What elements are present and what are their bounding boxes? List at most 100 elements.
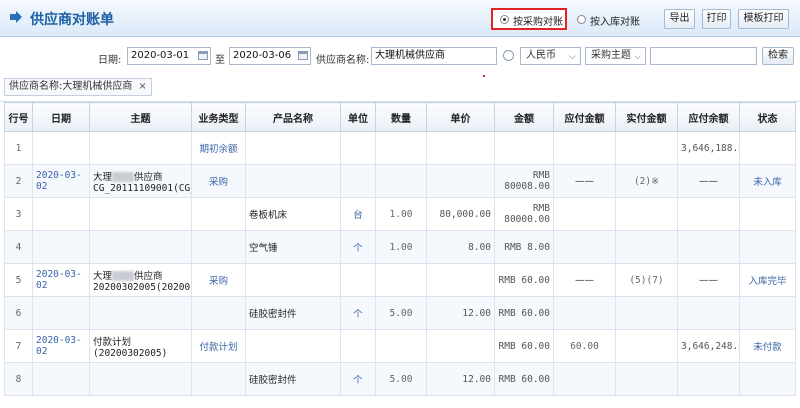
row-paid	[615, 230, 678, 264]
row-amount: RMB 60.00	[494, 296, 554, 330]
row-number: 6	[4, 296, 33, 330]
table-header: 行号 日期 主题 业务类型 产品名称 单位 数量 单价 金额 应付金额 实付金额…	[4, 102, 796, 132]
row-type	[191, 197, 246, 231]
row-payable	[553, 131, 616, 165]
row-status	[739, 197, 796, 231]
row-date: 2020-03-02	[32, 263, 90, 297]
row-unit: 台	[340, 197, 376, 231]
currency-value: 人民币	[526, 50, 556, 61]
subject-select[interactable]: 采购主题 ⌵	[585, 47, 646, 65]
date-to-label: 至	[215, 55, 225, 66]
row-subject	[89, 362, 192, 396]
print-button[interactable]: 打印	[702, 9, 731, 29]
row-date	[32, 296, 90, 330]
row-type[interactable]: 采购	[191, 164, 246, 198]
subject-value: 采购主题	[591, 50, 631, 61]
row-status: 入库完毕	[739, 263, 796, 297]
row-balance: ——	[677, 263, 740, 297]
table-row[interactable]: 3 卷板机床 台 1.00 80,000.00 RMB 80000.00	[4, 197, 796, 231]
row-type[interactable]: 采购	[191, 263, 246, 297]
row-qty: 1.00	[375, 197, 427, 231]
row-unit	[340, 263, 376, 297]
row-date	[32, 362, 90, 396]
table-row[interactable]: 1 期初余额 3,646,188.00	[4, 131, 796, 165]
row-status	[739, 362, 796, 396]
row-qty: 1.00	[375, 230, 427, 264]
row-payable	[553, 197, 616, 231]
row-subject[interactable]: 付款计划(20200302005)	[89, 329, 192, 363]
row-unit	[340, 131, 376, 165]
col-header: 应付余额	[677, 102, 740, 132]
currency-select[interactable]: 人民币 ⌵	[520, 47, 581, 65]
row-paid[interactable]: (2)※	[615, 164, 678, 198]
row-product	[245, 329, 341, 363]
row-amount: RMB 80000.00	[494, 197, 554, 231]
title-bar: 供应商对账单 按采购对账 按入库对账 导出 打印 模板打印	[0, 0, 800, 37]
row-date: 2020-03-02	[32, 329, 90, 363]
row-paid	[615, 329, 678, 363]
chevron-down-icon: ⌵	[569, 52, 576, 62]
col-header: 状态	[739, 102, 796, 132]
row-paid	[615, 197, 678, 231]
supplier-input[interactable]: 大理机械供应商	[371, 47, 497, 65]
row-unit: 个	[340, 230, 376, 264]
row-unit	[340, 329, 376, 363]
row-status: 未付款	[739, 329, 796, 363]
row-unit	[340, 164, 376, 198]
row-price	[426, 263, 495, 297]
arrow-right-icon	[10, 11, 22, 23]
mode-inbound-radio[interactable]	[577, 15, 586, 24]
row-balance	[677, 230, 740, 264]
row-subject[interactable]: 大理供应商20200302005(20200302005)	[89, 263, 192, 297]
search-input[interactable]	[650, 47, 757, 65]
row-number: 4	[4, 230, 33, 264]
row-type	[191, 230, 246, 264]
col-header: 日期	[32, 102, 90, 132]
table-row[interactable]: 7 2020-03-02 付款计划(20200302005) 付款计划 RMB …	[4, 329, 796, 363]
col-header: 单价	[426, 102, 495, 132]
mode-purchase-radio[interactable]	[500, 15, 509, 24]
row-amount: RMB 80008.00	[494, 164, 554, 198]
row-price	[426, 329, 495, 363]
page-title: 供应商对账单	[30, 12, 114, 28]
row-type	[191, 296, 246, 330]
row-date	[32, 131, 90, 165]
row-subject	[89, 230, 192, 264]
row-amount	[494, 131, 554, 165]
row-balance: 3,646,188.00	[677, 131, 740, 165]
calendar-icon[interactable]	[198, 51, 208, 60]
row-qty: 5.00	[375, 296, 427, 330]
template-print-button[interactable]: 模板打印	[738, 9, 789, 29]
table-row[interactable]: 6 硅胶密封件 个 5.00 12.00 RMB 60.00	[4, 296, 796, 330]
link-icon[interactable]	[503, 50, 514, 61]
mode-inbound-label[interactable]: 按入库对账	[590, 13, 640, 28]
table-row[interactable]: 5 2020-03-02 大理供应商20200302005(2020030200…	[4, 263, 796, 297]
mode-purchase-label[interactable]: 按采购对账	[513, 13, 563, 28]
calendar-icon[interactable]	[298, 51, 308, 60]
export-button[interactable]: 导出	[664, 9, 695, 29]
row-type[interactable]: 付款计划	[191, 329, 246, 363]
row-paid[interactable]: (5)(7)	[615, 263, 678, 297]
row-status	[739, 296, 796, 330]
row-qty	[375, 263, 427, 297]
close-icon[interactable]: ×	[138, 81, 146, 92]
row-date	[32, 230, 90, 264]
row-subject	[89, 131, 192, 165]
row-date	[32, 197, 90, 231]
table-row[interactable]: 4 空气锤 个 1.00 8.00 RMB 8.00	[4, 230, 796, 264]
table-row[interactable]: 8 硅胶密封件 个 5.00 12.00 RMB 60.00	[4, 362, 796, 396]
row-number: 1	[4, 131, 33, 165]
row-product	[245, 263, 341, 297]
filter-chip: 供应商名称:大理机械供应商 ×	[4, 78, 152, 96]
search-button[interactable]: 检索	[762, 47, 794, 65]
row-amount: RMB 60.00	[494, 263, 554, 297]
table-row[interactable]: 2 2020-03-02 大理供应商CG_20111109001(CG_2011…	[4, 164, 796, 198]
row-unit: 个	[340, 296, 376, 330]
row-subject[interactable]: 大理供应商CG_20111109001(CG_20111109001)	[89, 164, 192, 198]
row-status	[739, 131, 796, 165]
row-subject	[89, 197, 192, 231]
row-payable: 60.00	[553, 329, 616, 363]
date-label: 日期:	[98, 55, 122, 66]
row-type[interactable]: 期初余额	[191, 131, 246, 165]
supplier-label: 供应商名称:	[316, 55, 370, 66]
